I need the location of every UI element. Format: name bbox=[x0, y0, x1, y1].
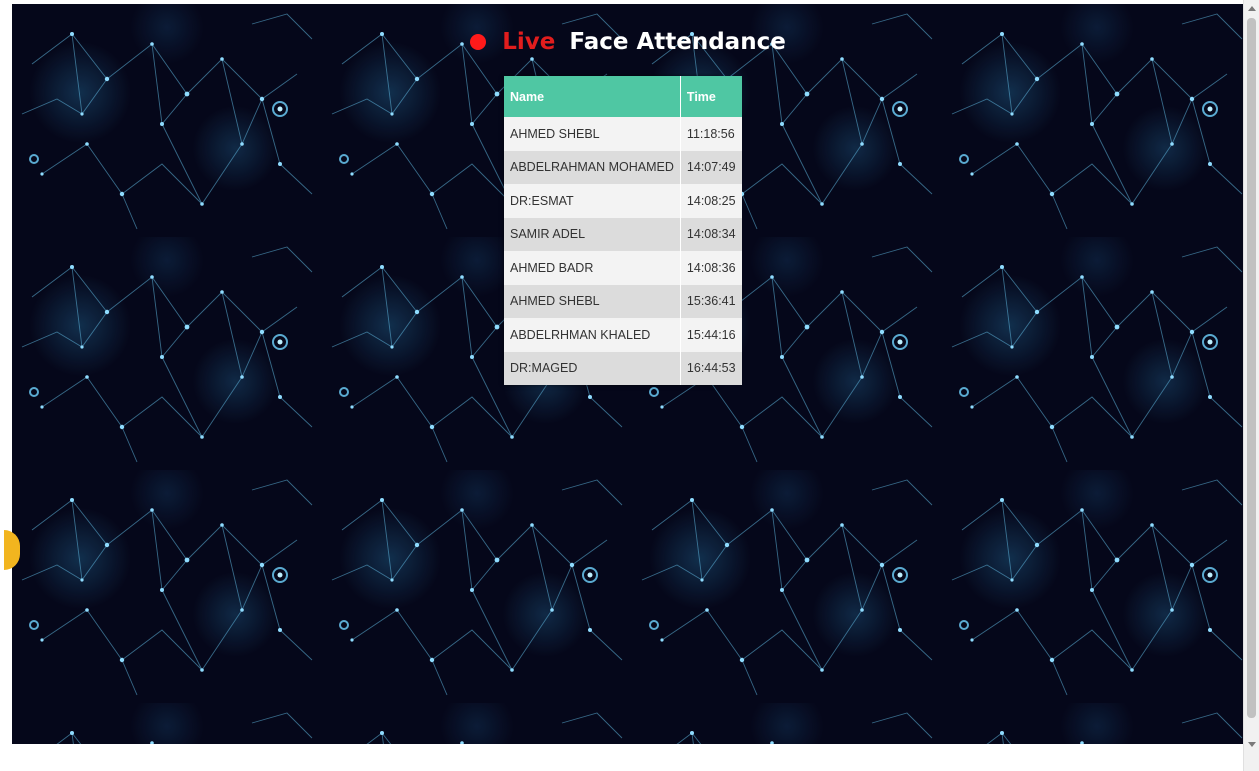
table-row: DR:MAGED 16:44:53 bbox=[504, 351, 742, 385]
cell-name: ABDELRHMAN KHALED bbox=[504, 318, 681, 352]
scrollbar-thumb[interactable] bbox=[1247, 18, 1256, 718]
cell-time: 14:08:36 bbox=[679, 251, 742, 285]
table-row: AHMED SHEBL 11:18:56 bbox=[504, 117, 742, 151]
cell-name: DR:ESMAT bbox=[504, 184, 681, 218]
cell-name: AHMED SHEBL bbox=[504, 284, 681, 318]
live-label: Live bbox=[502, 29, 556, 55]
column-header-time: Time bbox=[679, 76, 742, 117]
table-row: AHMED SHEBL 15:36:41 bbox=[504, 284, 742, 318]
cell-name: SAMIR ADEL bbox=[504, 217, 681, 251]
table-row: AHMED BADR 14:08:36 bbox=[504, 251, 742, 285]
cell-time: 15:44:16 bbox=[679, 318, 742, 352]
table-row: ABDELRHMAN KHALED 15:44:16 bbox=[504, 318, 742, 352]
cell-time: 14:08:34 bbox=[679, 217, 742, 251]
cell-name: AHMED BADR bbox=[504, 251, 681, 285]
vertical-scrollbar[interactable] bbox=[1243, 0, 1259, 771]
cell-time: 14:08:25 bbox=[679, 184, 742, 218]
page-header: Live Face Attendance bbox=[12, 22, 1244, 62]
cell-time: 15:36:41 bbox=[679, 284, 742, 318]
cell-name: AHMED SHEBL bbox=[504, 117, 681, 151]
table-row: ABDELRAHMAN MOHAMED 14:07:49 bbox=[504, 150, 742, 184]
scroll-up-icon[interactable] bbox=[1248, 6, 1256, 11]
cell-time: 16:44:53 bbox=[679, 351, 742, 385]
table-row: SAMIR ADEL 14:08:34 bbox=[504, 217, 742, 251]
page-title: Face Attendance bbox=[569, 29, 786, 55]
cell-time: 11:18:56 bbox=[679, 117, 742, 151]
cell-name: DR:MAGED bbox=[504, 351, 681, 385]
cell-name: ABDELRAHMAN MOHAMED bbox=[504, 150, 681, 184]
scroll-down-icon[interactable] bbox=[1248, 742, 1256, 747]
red-dot-icon bbox=[470, 34, 487, 50]
table-row: DR:ESMAT 14:08:25 bbox=[504, 184, 742, 218]
page-background: Live Face Attendance Name Time AHMED SHE… bbox=[12, 4, 1244, 744]
cell-time: 14:07:49 bbox=[679, 150, 742, 184]
column-header-name: Name bbox=[504, 76, 681, 117]
table-header-row: Name Time bbox=[504, 76, 742, 117]
attendance-table: Name Time AHMED SHEBL 11:18:56 ABDELRAHM… bbox=[504, 76, 742, 385]
attendance-table-container: Name Time AHMED SHEBL 11:18:56 ABDELRAHM… bbox=[504, 76, 742, 385]
